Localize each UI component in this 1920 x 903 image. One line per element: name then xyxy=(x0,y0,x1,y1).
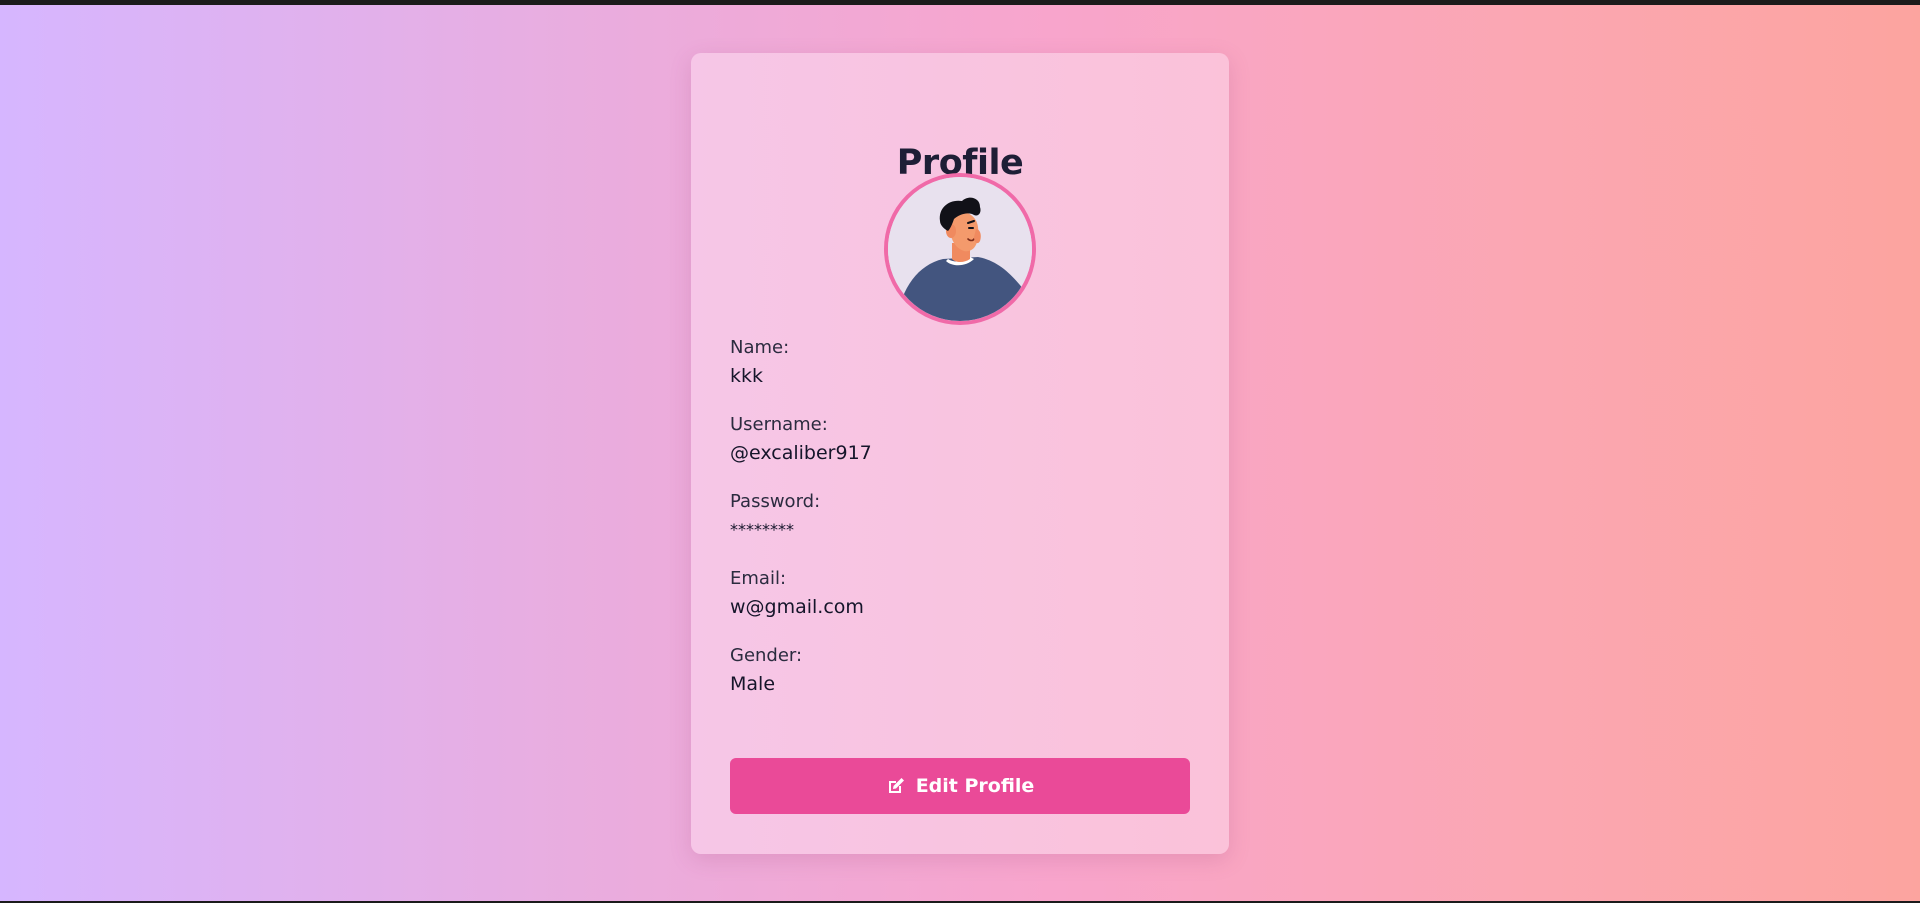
email-label: Email: xyxy=(730,568,787,589)
password-value: ******** xyxy=(730,520,794,539)
field-gender: Gender: Male xyxy=(730,645,1190,695)
field-password: Password: ******** xyxy=(730,491,1190,541)
user-avatar-icon xyxy=(888,177,1032,321)
edit-profile-label: Edit Profile xyxy=(915,775,1035,797)
name-label: Name: xyxy=(730,337,790,358)
username-label: Username: xyxy=(730,414,828,435)
gender-label: Gender: xyxy=(730,645,803,666)
field-username: Username: @excaliber917 xyxy=(730,414,1190,464)
avatar xyxy=(884,173,1036,325)
name-value: kkk xyxy=(730,365,764,387)
username-value: @excaliber917 xyxy=(730,442,872,464)
window-top-border xyxy=(0,0,1920,5)
password-label: Password: xyxy=(730,491,821,512)
edit-profile-button[interactable]: Edit Profile xyxy=(730,758,1190,814)
profile-card: Profile Name: kkk Username: @excaliber91… xyxy=(691,53,1229,854)
field-email: Email: w@gmail.com xyxy=(730,568,1190,618)
field-name: Name: kkk xyxy=(730,337,1190,387)
edit-icon xyxy=(886,776,906,796)
email-value: w@gmail.com xyxy=(730,596,864,618)
gender-value: Male xyxy=(730,673,776,695)
